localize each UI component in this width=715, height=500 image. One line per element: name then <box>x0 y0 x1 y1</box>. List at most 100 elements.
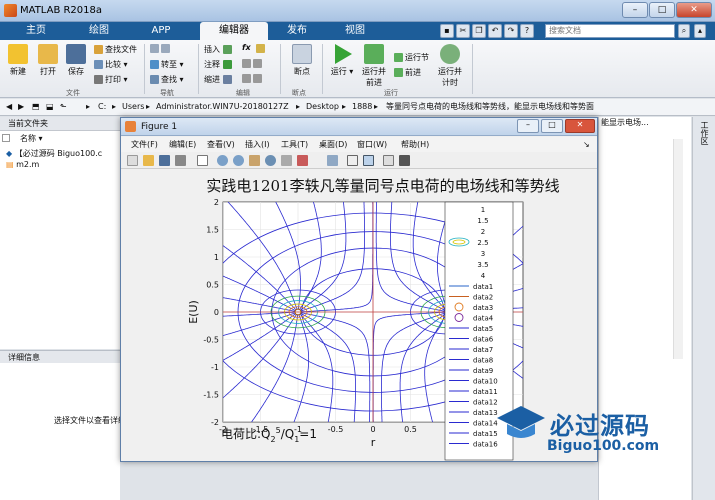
x-tick-label: -0.5 <box>328 425 344 434</box>
figure-toolbar <box>121 152 597 169</box>
hide-tools-icon[interactable] <box>383 155 394 166</box>
menu-view[interactable]: 查看(V) <box>207 137 235 152</box>
pointer-icon[interactable] <box>197 155 208 166</box>
find-files-button[interactable]: 查找文件 <box>94 44 137 55</box>
menu-file[interactable]: 文件(F) <box>131 137 158 152</box>
brush-icon[interactable] <box>297 155 308 166</box>
data-cursor-icon[interactable] <box>281 155 292 166</box>
watermark-logo: 必过源码 Biguo100.com <box>495 400 705 466</box>
menu-tools[interactable]: 工具(T) <box>281 137 308 152</box>
figure-maximize-button[interactable]: □ <box>541 119 563 133</box>
breadcrumb-folder[interactable]: 等量同号点电荷的电场线和等势线，能显示电场线和等势面 <box>386 99 594 115</box>
run-section-button[interactable]: 运行节 <box>394 52 429 63</box>
link-plot-icon[interactable] <box>327 155 338 166</box>
menu-edit[interactable]: 编辑(E) <box>169 137 196 152</box>
folder-up-icon[interactable]: ⬒ <box>32 99 40 115</box>
menu-window[interactable]: 窗口(W) <box>357 137 387 152</box>
run-and-advance-button[interactable]: 运行并 前进 <box>358 44 390 88</box>
browse-icon[interactable]: ⬓ <box>46 99 54 115</box>
menu-insert[interactable]: 插入(I) <box>245 137 270 152</box>
rotate-icon[interactable] <box>265 155 276 166</box>
goto-button[interactable]: 转至 ▾ <box>150 59 184 70</box>
open-file-icon[interactable] <box>143 155 154 166</box>
run-and-time-button[interactable]: 运行并 计时 <box>434 44 466 88</box>
tab-editor[interactable]: 编辑器 <box>200 22 268 40</box>
minimize-button[interactable]: – <box>622 2 648 18</box>
breadcrumb-drive[interactable]: C: <box>98 99 106 115</box>
tab-plots[interactable]: 绘图 <box>70 22 128 40</box>
list-item[interactable]: ▤ m2.m <box>6 160 39 169</box>
redo-icon[interactable]: ↷ <box>504 24 518 38</box>
legend-entry: 4 <box>481 272 486 280</box>
run-section-icon <box>394 53 403 62</box>
forward-icon[interactable]: ▶ <box>18 99 24 115</box>
column-name-header[interactable]: 名称 ▾ <box>20 133 43 144</box>
graduation-cap-icon <box>497 406 545 438</box>
editor-tab-text[interactable]: 能显示电场... <box>601 117 649 128</box>
advance-icon <box>394 68 403 77</box>
list-item[interactable]: ◆ 【必过源码 Biguo100.c <box>6 148 102 159</box>
new-figure-icon[interactable] <box>127 155 138 166</box>
run-button[interactable]: 运行 ▾ <box>326 44 358 77</box>
print-figure-icon[interactable] <box>175 155 186 166</box>
legend-entry: 1.5 <box>477 217 488 225</box>
breadcrumb-desktop[interactable]: Desktop <box>306 99 339 115</box>
cut-icon[interactable]: ✂ <box>456 24 470 38</box>
help-small-icon[interactable]: ? <box>520 24 534 38</box>
editor-scrollbar[interactable] <box>673 139 683 359</box>
tab-publish[interactable]: 发布 <box>272 22 322 40</box>
dock-tools-icon[interactable] <box>399 155 410 166</box>
advance-button[interactable]: 前进 <box>394 67 421 78</box>
breadcrumb-users[interactable]: Users <box>122 99 144 115</box>
insert-button[interactable]: 插入 <box>204 44 234 55</box>
tab-view[interactable]: 视图 <box>330 22 380 40</box>
zoom-out-icon[interactable] <box>233 155 244 166</box>
undo-icon[interactable]: ↶ <box>488 24 502 38</box>
tab-apps[interactable]: APP <box>136 22 186 40</box>
address-bar[interactable]: ◀ ▶ ⬒ ⬓ ⬑ ▸ C: ▸ Users ▸ Administrator.W… <box>0 99 715 116</box>
indent-button[interactable]: 缩进 <box>204 74 234 85</box>
new-icon <box>8 44 28 64</box>
legend-entry: data4 <box>473 315 494 323</box>
figure-close-button[interactable]: ✕ <box>565 119 595 133</box>
chart-title: 实践电1201李轶凡等量同号点电荷的电场线和等势线 <box>206 177 559 195</box>
comment-icon <box>222 60 232 69</box>
back-icon[interactable]: ◀ <box>6 99 12 115</box>
ribbon-collapse-icon[interactable]: ▴ <box>694 24 706 38</box>
find-button[interactable]: 查找 ▾ <box>150 74 184 85</box>
save-quick-icon[interactable]: ▪ <box>440 24 454 38</box>
search-icon[interactable]: ⌕ <box>678 24 690 38</box>
search-documentation-input[interactable]: 搜索文档 <box>545 24 675 38</box>
figure-minimize-button[interactable]: – <box>517 119 539 133</box>
breakpoints-button[interactable]: 断点 <box>286 44 318 77</box>
copy-icon[interactable]: ❐ <box>472 24 486 38</box>
save-button[interactable]: 保存 <box>60 44 92 77</box>
comment-button[interactable]: 注释 <box>204 59 234 70</box>
compare-button[interactable]: 比较 ▾ <box>94 59 128 70</box>
tab-home[interactable]: 主页 <box>10 22 62 40</box>
menu-desktop[interactable]: 桌面(D) <box>319 137 347 152</box>
zoom-in-icon[interactable] <box>217 155 228 166</box>
edit-indent-icons[interactable] <box>242 74 264 83</box>
menu-dock-icon[interactable]: ↘ <box>583 137 590 152</box>
workspace-label[interactable]: 工作区 <box>699 121 710 145</box>
close-button[interactable]: ✕ <box>676 2 712 18</box>
new-button[interactable]: 新建 <box>2 44 34 77</box>
save-figure-icon[interactable] <box>159 155 170 166</box>
edit-format-icons[interactable] <box>242 59 264 68</box>
breadcrumb-admin[interactable]: Administrator.WIN7U-20180127Z <box>156 99 289 115</box>
edit-extra-icons[interactable] <box>256 44 267 53</box>
print-button[interactable]: 打印 ▾ <box>94 74 128 85</box>
menu-help[interactable]: 帮助(H) <box>401 137 429 152</box>
select-all-icon[interactable] <box>2 134 10 142</box>
up-folder-icon[interactable]: ⬑ <box>60 99 67 115</box>
maximize-button[interactable]: □ <box>649 2 675 18</box>
nav-back-icons[interactable] <box>150 44 172 53</box>
fx-button[interactable]: fx <box>242 43 251 52</box>
group-nav-label: 导航 <box>160 89 174 97</box>
legend-icon[interactable] <box>363 155 374 166</box>
colorbar-icon[interactable] <box>347 155 358 166</box>
title-bar: MATLAB R2018a – □ ✕ <box>0 0 715 22</box>
pan-icon[interactable] <box>249 155 260 166</box>
breadcrumb-1888[interactable]: 1888 <box>352 99 372 115</box>
